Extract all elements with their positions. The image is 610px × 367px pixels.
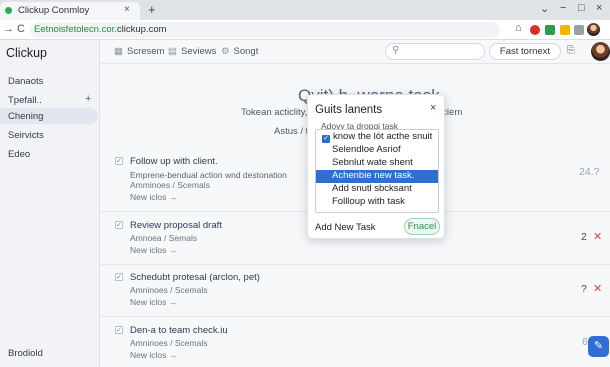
toolbar-item-seviews[interactable]: ▤ Seviews <box>168 46 216 57</box>
task-title[interactable]: Den-a to team check.iu <box>130 325 228 336</box>
close-icon[interactable]: ✕ <box>593 230 602 243</box>
edit-fab-button[interactable]: ✎ <box>588 336 609 357</box>
task-new-icons[interactable]: New iclos → <box>130 192 177 202</box>
minimize-button[interactable]: − <box>560 2 566 14</box>
profile-avatar[interactable] <box>587 23 600 36</box>
list-item[interactable]: Selendloe Asriof <box>316 144 438 157</box>
task-new-icons[interactable]: New iclos → <box>130 245 177 255</box>
close-icon[interactable]: × <box>430 102 436 114</box>
sidebar-item-edeo[interactable]: Edeo <box>8 149 30 160</box>
tab-title: Clickup Conmloy <box>18 5 90 16</box>
tab-close-icon[interactable]: × <box>124 4 130 15</box>
task-checkbox[interactable]: ✓ <box>115 157 123 165</box>
browser-tab-bar: Clickup Conmloy × + ⌄ − □ × <box>0 0 610 20</box>
add-new-task-link[interactable]: Add New Task <box>315 222 376 233</box>
record-icon[interactable] <box>530 25 540 35</box>
finalize-button[interactable]: Fnacel <box>404 218 440 235</box>
copy-icon[interactable]: ⎘ <box>567 45 575 56</box>
url-prefix: Eetnoisfetolecn.cor. <box>34 24 117 35</box>
bookmark-icon[interactable] <box>574 25 584 35</box>
list-item[interactable]: Add snutl sbcksant <box>316 183 438 196</box>
task-assignees: Amninoes / Scemals <box>130 338 208 348</box>
app-toolbar: ▦ Scresem ▤ Seviews ⚙ Songt ⚲ Fast tornext … <box>101 40 610 64</box>
grid-icon[interactable] <box>545 25 555 35</box>
tab-search-icon[interactable]: ⌄ <box>540 2 549 15</box>
task-assignees: Amminoes / Scemals <box>130 180 210 190</box>
close-window-button[interactable]: × <box>596 2 602 14</box>
toolbar-item-scresem[interactable]: ▦ Scresem <box>114 46 164 57</box>
task-checkbox[interactable]: ✓ <box>115 221 123 229</box>
task-options-list[interactable]: ✓ know the lót acthe snuit Selendloe Asri… <box>315 129 439 213</box>
task-count: 2 <box>581 231 587 243</box>
list-item[interactable]: ✓ know the lót acthe snuit <box>316 131 438 144</box>
sidebar-footer[interactable]: Brodiold <box>8 348 43 359</box>
task-new-icons[interactable]: New iclos → <box>130 297 177 307</box>
arrow-icon: → <box>168 245 178 255</box>
maximize-button[interactable]: □ <box>578 2 585 14</box>
task-count: 24.? <box>579 166 600 178</box>
forward-icon[interactable]: → <box>3 23 14 35</box>
sidebar-item-danaots[interactable]: Danaots <box>8 76 43 87</box>
search-input[interactable]: ⚲ <box>385 43 485 60</box>
add-icon[interactable]: + <box>85 93 91 105</box>
arrow-icon: → <box>168 297 178 307</box>
divider <box>101 316 610 317</box>
task-count: 6 <box>582 336 588 348</box>
sidebar-item-tpefall[interactable]: Tpefall.. <box>8 95 42 106</box>
task-assignees: Amnoea / Semals <box>130 233 198 243</box>
task-title[interactable]: Review proposal draft <box>130 220 222 231</box>
list-icon: ▤ <box>168 46 177 57</box>
task-description: Emprene-bendual action wnd destonation <box>130 170 287 180</box>
url-field[interactable]: Eetnoisfetolecn.cor.clickup.com <box>30 22 500 38</box>
task-count: ? <box>581 283 587 295</box>
toolbar-label: Songt <box>233 46 259 57</box>
address-bar-row: → C Eetnoisfetolecn.cor.clickup.com ⌂ <box>0 20 610 40</box>
toolbar-label: Seviews <box>180 46 217 57</box>
close-icon[interactable]: ✕ <box>593 282 602 295</box>
modal-title: Guits lanents <box>315 104 383 116</box>
sidebar: Clickup Danaots Tpefall.. + Chening Seir… <box>0 40 100 367</box>
checkbox-icon[interactable]: ✓ <box>322 135 330 143</box>
browser-tab[interactable]: Clickup Conmloy × <box>0 2 140 20</box>
task-checkbox[interactable]: ✓ <box>115 273 123 281</box>
divider <box>101 264 610 265</box>
toolbar-label: Scresem <box>126 46 165 57</box>
reload-icon[interactable]: C <box>17 23 25 35</box>
brand-logo[interactable]: Clickup <box>6 46 47 60</box>
home-icon[interactable]: ⌂ <box>515 22 522 34</box>
task-assignees: Amninoes / Scemals <box>130 285 208 295</box>
url-host: clickup.com <box>116 24 167 35</box>
task-title[interactable]: Follow up with client. <box>130 156 218 167</box>
sidebar-item-chening[interactable]: Chening <box>0 108 98 124</box>
task-checkbox[interactable]: ✓ <box>115 326 123 334</box>
sidebar-item-seirvicts[interactable]: Seirvicts <box>8 130 44 141</box>
search-icon: ⚲ <box>392 45 400 56</box>
list-item-selected[interactable]: Achenbie new task. <box>316 170 438 183</box>
gear-icon: ⚙ <box>221 46 230 57</box>
task-title[interactable]: Schedubt protesal (arclon, pet) <box>130 272 260 283</box>
extension-icon[interactable] <box>560 25 570 35</box>
favicon-icon <box>5 7 12 14</box>
task-new-icons[interactable]: New iclos → <box>130 350 177 360</box>
arrow-icon: → <box>168 192 178 202</box>
fast-tornext-button[interactable]: Fast tornext <box>489 43 561 60</box>
list-item[interactable]: Follloup with task <box>316 196 438 209</box>
list-item[interactable]: Sebnlut wate shent <box>316 157 438 170</box>
arrow-icon: → <box>168 350 178 360</box>
board-icon: ▦ <box>114 46 123 57</box>
user-avatar[interactable] <box>591 42 610 61</box>
toolbar-item-songt[interactable]: ⚙ Songt <box>221 46 258 57</box>
new-tab-button[interactable]: + <box>148 2 156 17</box>
task-picker-modal: Guits lanents × Adovy ta dropgi task ✓ kn… <box>307 94 445 239</box>
